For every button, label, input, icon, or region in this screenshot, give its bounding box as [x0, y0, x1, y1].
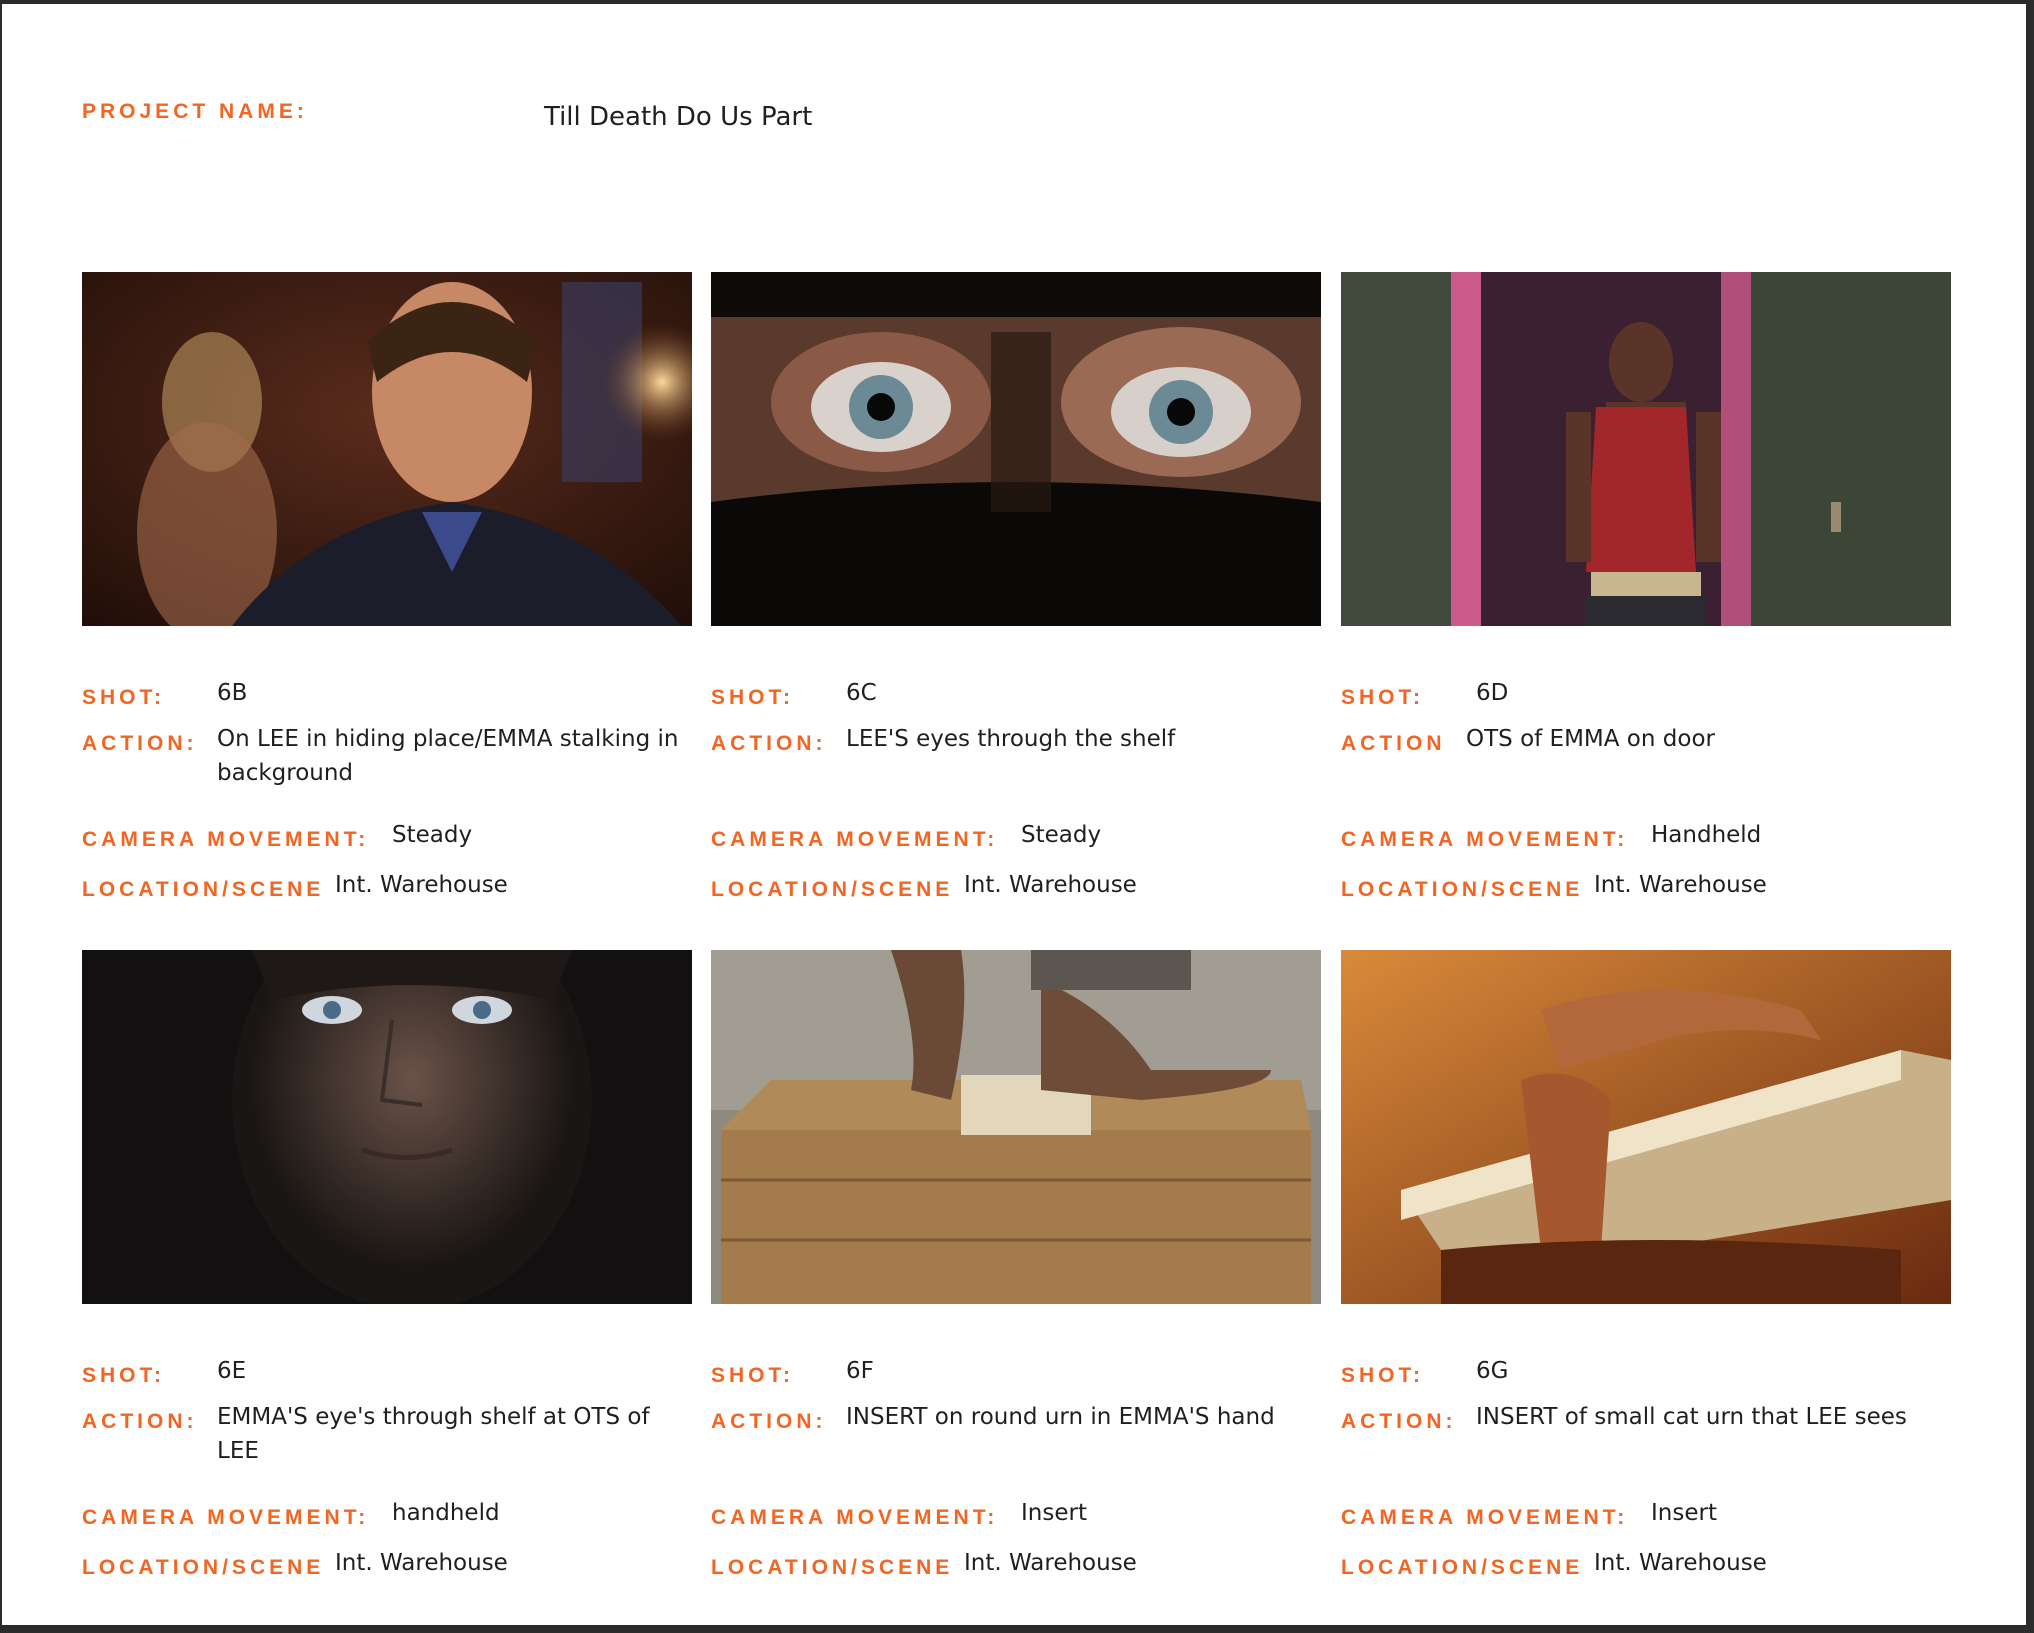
action-text: INSERT of small cat urn that LEE sees [1476, 1404, 1907, 1430]
location-scene-value: Int. Warehouse [1594, 872, 1767, 898]
shot-number: 6F [846, 1358, 874, 1384]
location-scene-value: Int. Warehouse [335, 1550, 508, 1576]
action-label: ACTION [1341, 732, 1446, 755]
action-text: INSERT on round urn in EMMA'S hand [846, 1404, 1275, 1430]
shot-number: 6B [217, 680, 248, 706]
camera-movement-value: handheld [392, 1500, 500, 1526]
storyboard-page: PROJECT NAME: Till Death Do Us Part SHOT… [0, 0, 2034, 1633]
camera-movement-label: CAMERA MOVEMENT: [1341, 828, 1629, 851]
shot-label: SHOT: [711, 1364, 794, 1387]
shot-number: 6E [217, 1358, 247, 1384]
shot-card-6d: SHOT: 6D ACTION OTS of EMMA on door CAME… [1341, 272, 1981, 912]
action-text: OTS of EMMA on door [1466, 726, 1715, 752]
camera-movement-label: CAMERA MOVEMENT: [711, 828, 999, 851]
camera-movement-value: Steady [392, 822, 473, 848]
action-text: EMMA'S eye's through shelf at OTS of LEE [217, 1404, 650, 1464]
location-scene-label: LOCATION/SCENE [1341, 1556, 1584, 1579]
shot-card-6f: SHOT: 6F ACTION: INSERT on round urn in … [711, 950, 1351, 1590]
camera-movement-value: Insert [1651, 1500, 1717, 1526]
shot-card-6g: SHOT: 6G ACTION: INSERT of small cat urn… [1341, 950, 1981, 1590]
shot-number: 6G [1476, 1358, 1509, 1384]
camera-movement-value: Insert [1021, 1500, 1087, 1526]
camera-movement-value: Steady [1021, 822, 1102, 848]
camera-movement-label: CAMERA MOVEMENT: [82, 828, 370, 851]
location-scene-value: Int. Warehouse [1594, 1550, 1767, 1576]
action-text: LEE'S eyes through the shelf [846, 726, 1176, 752]
action-label: ACTION: [82, 732, 198, 755]
shot-frame-image [711, 272, 1321, 626]
shot-card-6e: SHOT: 6E ACTION: EMMA'S eye's through sh… [82, 950, 722, 1590]
shot-label: SHOT: [82, 686, 165, 709]
project-name-value: Till Death Do Us Part [544, 102, 813, 132]
action-text: On LEE in hiding place/EMMA stalking in … [217, 726, 679, 786]
shot-card-6b: SHOT: 6B ACTION: On LEE in hiding place/… [82, 272, 722, 912]
location-scene-label: LOCATION/SCENE [1341, 878, 1584, 901]
shot-label: SHOT: [82, 1364, 165, 1387]
camera-movement-label: CAMERA MOVEMENT: [1341, 1506, 1629, 1529]
action-label: ACTION: [711, 732, 827, 755]
location-scene-label: LOCATION/SCENE [711, 1556, 954, 1579]
location-scene-value: Int. Warehouse [964, 1550, 1137, 1576]
action-label: ACTION: [711, 1410, 827, 1433]
location-scene-label: LOCATION/SCENE [82, 878, 325, 901]
shot-frame-image [82, 272, 692, 626]
shot-frame-image [1341, 272, 1951, 626]
shot-label: SHOT: [1341, 686, 1424, 709]
shot-number: 6C [846, 680, 877, 706]
shot-card-6c: SHOT: 6C ACTION: LEE'S eyes through the … [711, 272, 1351, 912]
action-label: ACTION: [1341, 1410, 1457, 1433]
project-name-label: PROJECT NAME: [82, 100, 308, 123]
shot-frame-image [1341, 950, 1951, 1304]
shot-label: SHOT: [711, 686, 794, 709]
location-scene-value: Int. Warehouse [335, 872, 508, 898]
camera-movement-label: CAMERA MOVEMENT: [82, 1506, 370, 1529]
camera-movement-value: Handheld [1651, 822, 1762, 848]
location-scene-label: LOCATION/SCENE [82, 1556, 325, 1579]
action-label: ACTION: [82, 1410, 198, 1433]
shot-label: SHOT: [1341, 1364, 1424, 1387]
location-scene-value: Int. Warehouse [964, 872, 1137, 898]
location-scene-label: LOCATION/SCENE [711, 878, 954, 901]
camera-movement-label: CAMERA MOVEMENT: [711, 1506, 999, 1529]
shot-frame-image [82, 950, 692, 1304]
shot-number: 6D [1476, 680, 1509, 706]
shot-frame-image [711, 950, 1321, 1304]
